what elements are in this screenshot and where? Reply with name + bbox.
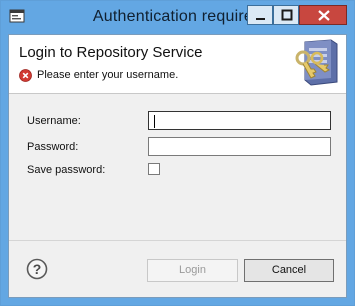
cancel-button[interactable]: Cancel [244, 259, 334, 282]
maximize-icon [281, 9, 293, 21]
minimize-button[interactable] [247, 5, 273, 25]
save-password-label: Save password: [27, 164, 106, 176]
keys-server-icon [295, 39, 338, 86]
button-bar-separator [9, 240, 346, 241]
help-icon[interactable]: ? [26, 258, 48, 280]
title-bar[interactable]: Authentication required [1, 1, 354, 33]
password-label: Password: [27, 141, 79, 153]
close-button[interactable] [299, 5, 347, 25]
save-password-checkbox[interactable] [148, 163, 160, 175]
text-caret [154, 115, 155, 128]
header-message: Please enter your username. [37, 69, 179, 81]
password-field[interactable] [148, 137, 331, 156]
username-label: Username: [27, 115, 81, 127]
dialog-header: Login to Repository Service Please enter… [9, 35, 346, 94]
maximize-button[interactable] [273, 5, 299, 25]
dialog-heading: Login to Repository Service [19, 44, 203, 61]
username-field[interactable] [148, 111, 331, 130]
dialog-client-area: Login to Repository Service Please enter… [8, 34, 347, 298]
minimize-icon [256, 18, 265, 20]
dialog-window: Authentication required Login to Reposit… [0, 0, 355, 306]
close-icon [318, 10, 330, 21]
error-icon [19, 69, 32, 82]
login-button[interactable]: Login [147, 259, 238, 282]
svg-text:?: ? [33, 261, 42, 277]
